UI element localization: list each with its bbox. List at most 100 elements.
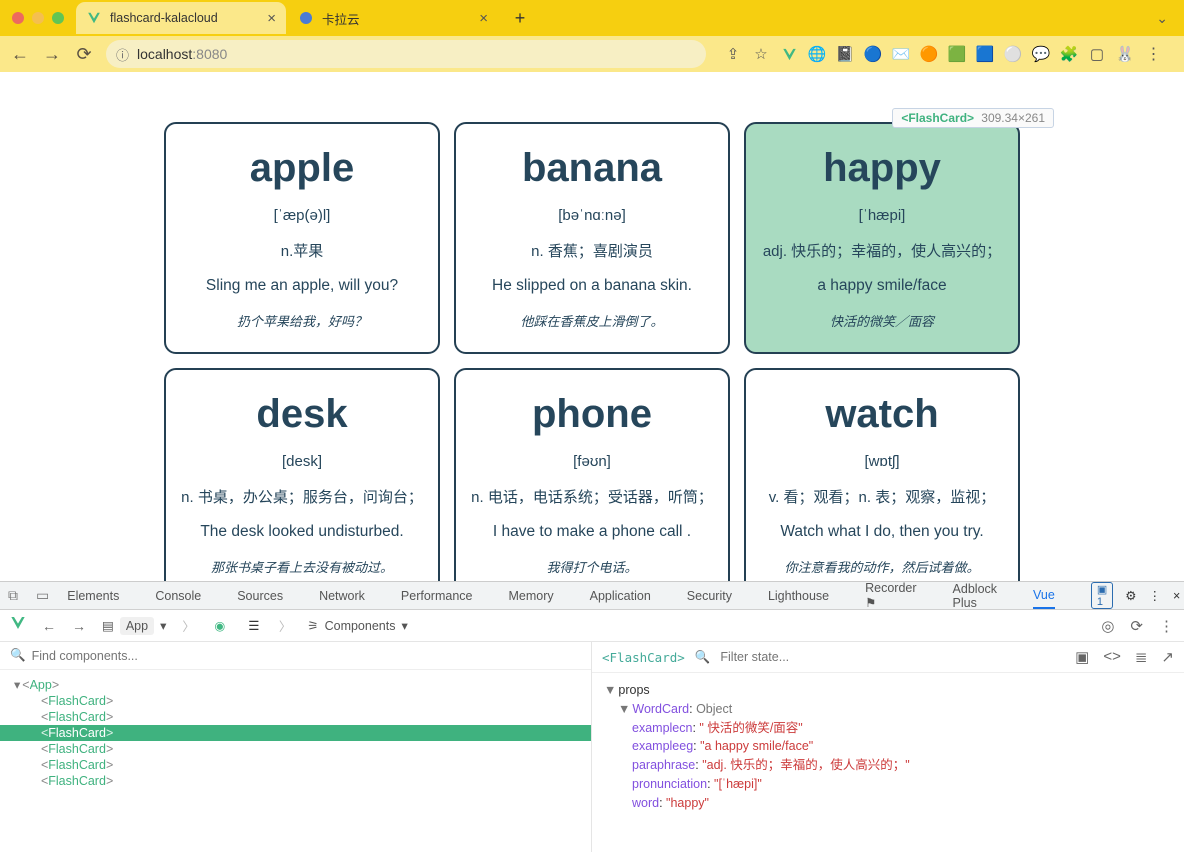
window-controls [12,12,64,24]
account-icon[interactable]: ▢ [1088,45,1106,63]
forward-icon[interactable]: → [72,618,86,634]
tabs-dropdown-icon[interactable]: ⌄ [1156,10,1176,27]
extension-icon[interactable]: 🟦 [976,45,994,63]
tree-node[interactable]: <FlashCard> [0,693,591,709]
card-word: banana [466,146,718,191]
issues-badge[interactable]: ▣ 1 [1091,582,1113,609]
extension-icon[interactable]: 🔵 [864,45,882,63]
flashcard[interactable]: watch[wɒtʃ]v. 看；观看；n. 表；观察，监视；Watch what… [744,368,1020,581]
prop-row[interactable]: examplecn: " 快活的微笑/面容" [604,719,1172,738]
close-devtools-icon[interactable]: × [1173,589,1180,603]
extension-icon[interactable]: 🟠 [920,45,938,63]
devtools-tab[interactable]: Network [319,589,365,603]
devtools-panel: ⧉ ▭ Elements Console Sources Network Perform… [0,581,1184,852]
settings-icon[interactable]: ⚙ [1125,588,1136,603]
devtools-tab[interactable]: Sources [237,589,283,603]
tree-node[interactable]: <FlashCard> [0,757,591,773]
back-button[interactable]: ← [10,44,30,65]
card-word: desk [176,392,428,437]
card-word: phone [466,392,718,437]
devtools-tab[interactable]: Vue [1033,588,1055,609]
devtools-tab[interactable]: Elements [67,589,119,603]
find-components-input[interactable] [32,649,581,663]
extension-icon[interactable]: 🌐 [808,45,826,63]
prop-row[interactable]: paraphrase: "adj. 快乐的；幸福的，使人高兴的；" [604,756,1172,775]
bookmark-icon[interactable]: ☆ [752,45,770,63]
kebab-menu-icon[interactable]: ⋮ [1159,617,1174,635]
devtools-tab[interactable]: Console [155,589,201,603]
timeline-icon[interactable]: ☰ [245,617,263,635]
filter-state-input[interactable] [720,650,1065,664]
close-tab-icon[interactable]: × [479,10,488,27]
app-selector[interactable]: ▤ App ▾ [102,617,166,635]
card-example-en: The desk looked undisturbed. [176,523,428,541]
refresh-icon[interactable]: ⟳ [1130,617,1143,635]
page-viewport: <FlashCard> 309.34×261 apple[ˈæp(ə)l]n.苹… [0,72,1184,581]
prop-row[interactable]: word: "happy" [604,794,1172,813]
extensions-icon[interactable]: 🧩 [1060,45,1078,63]
open-new-icon[interactable]: ↗ [1161,648,1174,666]
flashcard[interactable]: desk[desk]n. 书桌，办公桌；服务台，问询台；The desk loo… [164,368,440,581]
components-icon[interactable]: ◉ [211,617,229,635]
flashcard[interactable]: banana[bəˈnɑːnə]n. 香蕉；喜剧演员He slipped on … [454,122,730,354]
browser-tab[interactable]: 卡拉云 × [288,2,498,34]
kebab-menu-icon[interactable]: ⋮ [1144,45,1162,63]
tree-node[interactable]: <FlashCard> [0,709,591,725]
prop-row[interactable]: pronunciation: "[ˈhæpi]" [604,775,1172,794]
tree-node[interactable]: <FlashCard> [0,741,591,757]
caret-down-icon[interactable]: ▾ [14,678,20,692]
tree-node[interactable]: ▾<App> [0,676,591,693]
flashcard[interactable]: apple[ˈæp(ə)l]n.苹果Sling me an apple, wil… [164,122,440,354]
share-icon[interactable]: ⇪ [724,45,742,63]
extension-icon[interactable]: ✉️ [892,45,910,63]
inspect-element-icon[interactable]: ⧉ [8,587,18,604]
inspect-dom-icon[interactable]: <> [1103,648,1121,666]
flashcard[interactable]: happy[ˈhæpi]adj. 快乐的；幸福的，使人高兴的；a happy s… [744,122,1020,354]
profile-icon[interactable]: 🐰 [1116,45,1134,63]
address-bar[interactable]: ⓘ localhost:8080 [106,40,706,68]
minimize-window-button[interactable] [32,12,44,24]
reload-button[interactable]: ⟳ [74,44,94,65]
card-pronunciation: [ˈæp(ə)l] [176,207,428,224]
extension-icon[interactable]: 📓 [836,45,854,63]
device-toolbar-icon[interactable]: ▭ [36,587,49,604]
card-example-cn: 快活的微笑／面容 [756,311,1008,330]
scroll-to-icon[interactable]: ▣ [1075,648,1089,666]
site-info-icon[interactable]: ⓘ [116,45,129,64]
target-icon[interactable]: ◎ [1101,617,1114,635]
tree-node[interactable]: <FlashCard> [0,725,591,741]
card-paraphrase: n. 电话，电话系统；受话器，听筒； [466,486,718,507]
devtools-tab[interactable]: Security [687,589,732,603]
card-example-cn: 那张书桌子看上去没有被动过。 [176,557,428,576]
devtools-tab[interactable]: Adblock Plus [953,582,997,610]
forward-button[interactable]: → [42,44,62,65]
devtools-tab[interactable]: Recorder ⚑ [865,581,916,610]
kebab-menu-icon[interactable]: ⋮ [1148,588,1161,603]
maximize-window-button[interactable] [52,12,64,24]
tree-node[interactable]: <FlashCard> [0,773,591,789]
find-components-bar: 🔍 [0,642,591,670]
extension-icon[interactable]: 💬 [1032,45,1050,63]
component-state-pane: <FlashCard> 🔍 ▣ <> ≣ ↗ ▼props ▼WordCard:… [592,642,1184,852]
vue-icon[interactable] [780,45,798,63]
prop-row[interactable]: exampleeg: "a happy smile/face" [604,737,1172,756]
browser-tab-active[interactable]: flashcard-kalacloud × [76,2,286,34]
devtools-tab[interactable]: Performance [401,589,473,603]
tab-title: flashcard-kalacloud [110,11,259,25]
tab-title: 卡拉云 [322,9,471,28]
caret-down-icon[interactable]: ▼ [604,683,616,697]
vue-devtools-toolbar: ← → ▤ App ▾ 〉 ◉ ☰ 〉 ⚞ Components ▾ ◎ ⟳ ⋮ [0,610,1184,642]
back-icon[interactable]: ← [42,618,56,634]
devtools-tab[interactable]: Memory [508,589,553,603]
extension-icon[interactable]: 🟩 [948,45,966,63]
inspector-selector[interactable]: ⚞ Components ▾ [307,618,407,633]
close-window-button[interactable] [12,12,24,24]
open-editor-icon[interactable]: ≣ [1135,648,1148,666]
devtools-tab[interactable]: Lighthouse [768,589,829,603]
flashcard[interactable]: phone[fəʊn]n. 电话，电话系统；受话器，听筒；I have to m… [454,368,730,581]
extension-icon[interactable]: ⚪ [1004,45,1022,63]
devtools-tab[interactable]: Application [590,589,651,603]
new-tab-button[interactable]: + [506,8,534,29]
close-tab-icon[interactable]: × [267,10,276,27]
caret-down-icon[interactable]: ▼ [618,702,630,716]
